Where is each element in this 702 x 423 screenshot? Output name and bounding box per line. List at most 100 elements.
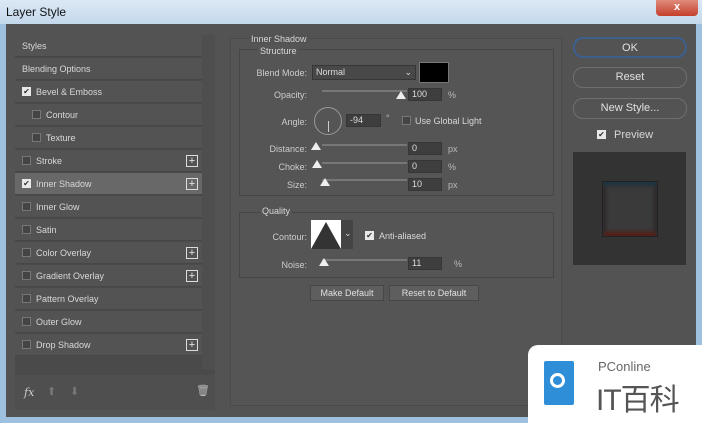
distance-slider[interactable] <box>322 144 407 146</box>
noise-unit: % <box>454 259 463 269</box>
distance-input[interactable]: 0 <box>408 142 442 155</box>
style-item[interactable]: Styles <box>15 35 202 57</box>
choke-input[interactable]: 0 <box>408 160 442 173</box>
style-item-label: Contour <box>46 109 79 120</box>
structure-title: Structure <box>258 46 299 56</box>
shadow-color-swatch[interactable] <box>419 62 449 83</box>
choke-slider-thumb[interactable] <box>312 160 322 168</box>
style-checkbox[interactable]: ✔ <box>22 87 31 96</box>
noise-slider-thumb[interactable] <box>319 258 329 266</box>
style-checkbox[interactable] <box>22 340 31 349</box>
style-item-label: Color Overlay <box>36 247 92 258</box>
reset-button[interactable]: Reset <box>573 67 687 88</box>
trash-icon[interactable]: 🗑 <box>196 384 210 397</box>
angle-input[interactable]: -94 <box>346 114 381 127</box>
angle-dial[interactable] <box>314 107 342 135</box>
noise-input[interactable]: 11 <box>408 257 442 270</box>
use-global-light-label: Use Global Light <box>415 116 482 126</box>
style-checkbox[interactable] <box>32 110 41 119</box>
style-item[interactable]: Color Overlay + <box>15 242 202 264</box>
choke-label: Choke: <box>278 162 307 172</box>
style-item[interactable]: Gradient Overlay + <box>15 265 202 287</box>
style-checkbox[interactable]: ✔ <box>22 179 31 188</box>
distance-slider-thumb[interactable] <box>311 142 321 150</box>
style-item[interactable]: ✔ Bevel & Emboss <box>15 81 202 103</box>
styles-footer: fx ⬆ ⬇ 🗑 <box>15 375 215 410</box>
reset-to-default-button[interactable]: Reset to Default <box>389 285 479 301</box>
fx-button[interactable]: fx <box>24 386 34 399</box>
style-item[interactable]: Contour <box>15 104 202 126</box>
style-item-label: Texture <box>46 132 76 143</box>
add-icon[interactable]: + <box>186 270 198 282</box>
style-item-label: Styles <box>22 40 47 51</box>
style-item[interactable]: Blending Options <box>15 58 202 80</box>
style-item-label: Stroke <box>36 155 63 166</box>
contour-label: Contour: <box>272 232 307 242</box>
make-default-button[interactable]: Make Default <box>310 285 384 301</box>
anti-aliased-label: Anti-aliased <box>379 231 427 241</box>
style-checkbox[interactable] <box>22 294 31 303</box>
blend-mode-label: Blend Mode: <box>256 68 307 78</box>
style-item[interactable]: Pattern Overlay <box>15 288 202 310</box>
close-button[interactable]: x <box>656 0 698 16</box>
styles-panel: Styles Blending Options ✔ Bevel & Emboss Con… <box>15 35 215 410</box>
style-item-label: Inner Glow <box>36 201 80 212</box>
add-icon[interactable]: + <box>186 155 198 167</box>
angle-label: Angle: <box>281 117 307 127</box>
style-item[interactable]: Stroke + <box>15 150 202 172</box>
window-title: Layer Style <box>6 5 67 19</box>
angle-unit: ° <box>386 113 390 123</box>
move-up-icon[interactable]: ⬆ <box>47 385 56 398</box>
opacity-label: Opacity: <box>273 90 307 100</box>
style-item[interactable]: Drop Shadow + <box>15 334 202 356</box>
choke-slider[interactable] <box>322 162 407 164</box>
style-checkbox[interactable] <box>22 317 31 326</box>
choke-unit: % <box>448 162 457 172</box>
noise-label: Noise: <box>281 260 307 270</box>
opacity-slider[interactable] <box>322 90 407 92</box>
style-checkbox[interactable] <box>22 248 31 257</box>
contour-picker[interactable]: ⌄ <box>311 220 353 249</box>
style-item-label: Pattern Overlay <box>36 293 99 304</box>
style-item[interactable]: Inner Glow <box>15 196 202 218</box>
new-style-button[interactable]: New Style... <box>573 98 687 119</box>
style-checkbox[interactable] <box>22 225 31 234</box>
preview-checkbox[interactable]: ✔ <box>597 130 606 139</box>
move-down-icon[interactable]: ⬇ <box>70 385 79 398</box>
pconline-watermark: PConline IT百科 <box>528 345 702 423</box>
add-icon[interactable]: + <box>186 247 198 259</box>
style-checkbox[interactable] <box>22 202 31 211</box>
chevron-down-icon: ⌄ <box>404 67 412 77</box>
noise-slider[interactable] <box>322 259 407 261</box>
title-bar: Layer Style x <box>0 0 702 24</box>
distance-unit: px <box>448 144 458 154</box>
use-global-light-checkbox[interactable] <box>402 116 411 125</box>
pconline-logo-icon <box>544 361 574 405</box>
blend-mode-value: Normal <box>316 67 346 77</box>
style-item-label: Gradient Overlay <box>36 270 105 281</box>
style-item[interactable]: ✔ Inner Shadow + <box>15 173 202 195</box>
preview-thumbnail <box>573 152 686 265</box>
style-item-label: Bevel & Emboss <box>36 86 103 97</box>
opacity-unit: % <box>448 90 457 100</box>
size-input[interactable]: 10 <box>408 178 442 191</box>
add-icon[interactable]: + <box>186 178 198 190</box>
style-item[interactable]: Texture <box>15 127 202 149</box>
size-label: Size: <box>286 180 307 190</box>
scrollbar[interactable] <box>202 35 215 370</box>
size-slider-thumb[interactable] <box>320 178 330 186</box>
anti-aliased-checkbox[interactable]: ✔ <box>365 231 374 240</box>
add-icon[interactable]: + <box>186 339 198 351</box>
style-item[interactable]: Outer Glow <box>15 311 202 333</box>
style-item-label: Satin <box>36 224 57 235</box>
opacity-input[interactable]: 100 <box>408 88 442 101</box>
style-checkbox[interactable] <box>22 156 31 165</box>
opacity-slider-thumb[interactable] <box>396 91 406 99</box>
blend-mode-select[interactable]: Normal ⌄ <box>312 65 416 80</box>
size-unit: px <box>448 180 458 190</box>
size-slider[interactable] <box>322 179 407 181</box>
style-checkbox[interactable] <box>22 271 31 280</box>
style-checkbox[interactable] <box>32 133 41 142</box>
ok-button[interactable]: OK <box>573 37 687 58</box>
style-item[interactable]: Satin <box>15 219 202 241</box>
